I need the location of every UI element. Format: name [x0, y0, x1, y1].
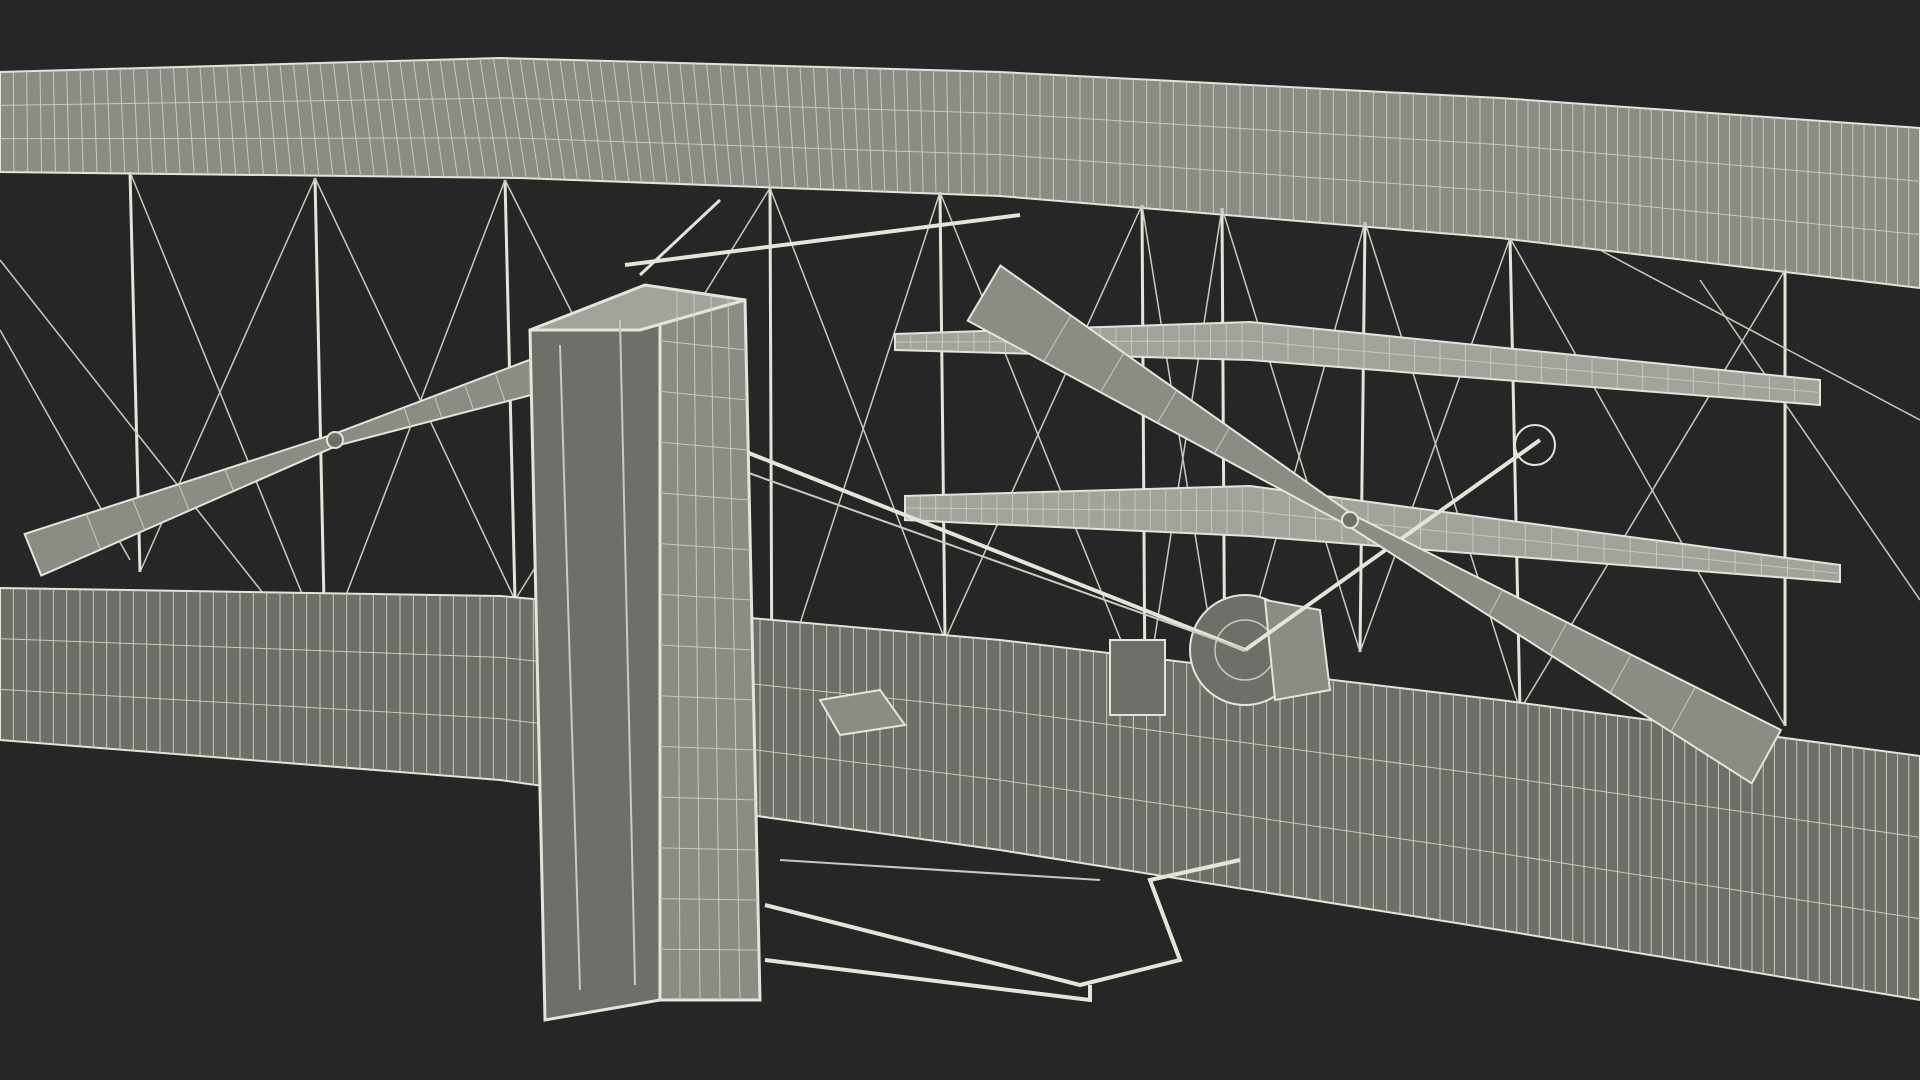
bracing-wire — [0, 259, 301, 641]
skid-rail — [764, 858, 1241, 988]
bracing-wire — [939, 191, 1146, 701]
rudder-outrigger — [638, 198, 722, 277]
rear-elevator-planes — [894, 320, 1841, 584]
wing-strut — [1508, 237, 1522, 711]
bracing-wire — [1221, 207, 1361, 653]
rudder-inner-panel — [528, 287, 662, 1022]
lower-wing — [0, 586, 1920, 1002]
upper-wing-rib — [12, 71, 15, 173]
rudder-outrigger — [624, 213, 1021, 267]
bracing-wire — [1364, 221, 1521, 711]
wireframe-scene — [0, 56, 1920, 1022]
right-propeller-hub — [1341, 511, 1359, 529]
bracing-wire — [129, 171, 326, 651]
front-rudder-frame — [528, 198, 1021, 1022]
landing-skids — [764, 858, 1241, 1003]
left-propeller-hub — [326, 431, 344, 449]
wing-strut — [1358, 221, 1367, 653]
wing-strut — [938, 191, 947, 641]
right-propeller-blade — [966, 264, 1355, 527]
skid-rail — [764, 958, 1092, 1003]
upper-wing-rib — [986, 71, 988, 196]
wing-strut — [1140, 204, 1147, 701]
wing-strut — [313, 177, 327, 651]
render-viewport — [0, 0, 1920, 1080]
engine-block — [1109, 639, 1166, 716]
left-propeller-blade — [331, 356, 549, 447]
skid-crossbar — [779, 859, 1101, 881]
bracing-wire — [944, 204, 1143, 641]
upper-wing — [0, 56, 1920, 290]
